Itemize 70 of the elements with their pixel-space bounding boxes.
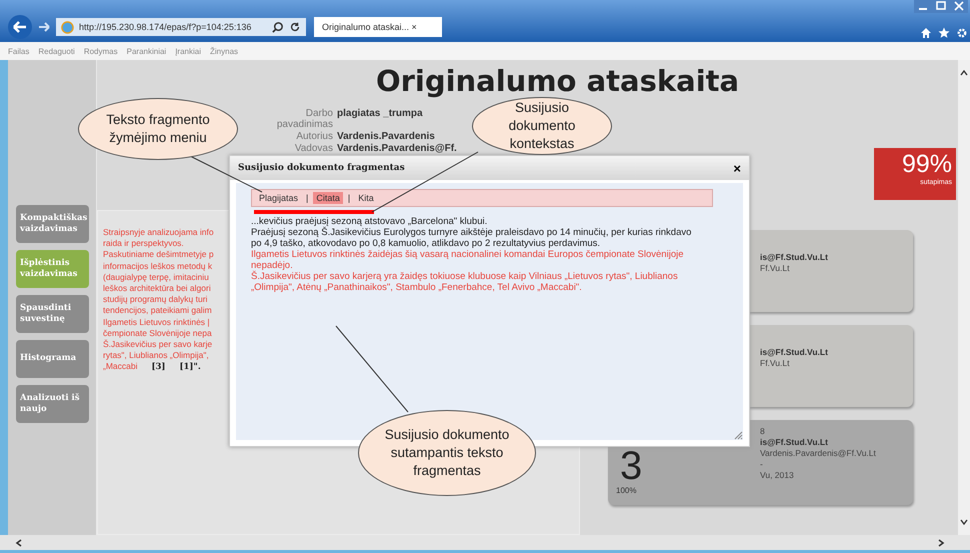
card-text: Ff.Vu.Lt: [760, 263, 790, 274]
close-icon[interactable]: [954, 1, 964, 11]
menu-option[interactable]: Plagijatas: [256, 192, 302, 204]
source-text-line: leškos architektūra bei algori: [103, 283, 211, 294]
source-percent: 100%: [616, 486, 638, 495]
source-text-line: (daugialypę terpę, imitaciniu: [103, 272, 209, 282]
card-text: Vu, 2013: [760, 470, 795, 481]
sidebar-button[interactable]: Spausdinti suvestinę: [16, 295, 89, 333]
sidebar-button[interactable]: Kompaktiškas vaizdavimas: [16, 205, 89, 243]
back-button[interactable]: [8, 15, 32, 39]
source-text-line: čempionate Slovėnijoje nepa: [103, 328, 212, 338]
menu-item[interactable]: Rodymas: [84, 46, 118, 56]
source-text-line: tendencijos, pateikiami galim: [103, 305, 212, 316]
refresh-icon: [289, 21, 301, 33]
sidebar-button[interactable]: Analizuoti iš naujo: [16, 385, 89, 423]
field-value: Vardenis.Pavardenis: [337, 131, 435, 142]
card-text: Vardenis.Pavardenis@Ff.Vu.Lt: [760, 448, 876, 459]
source-text-line: Š.Jasikevičius per savo karje: [103, 339, 212, 350]
address-bar[interactable]: http://195.230.98.174/epas/f?p=104:25:136: [56, 18, 306, 36]
source-text-line: rytas", Liublianos „Olimpija",: [103, 350, 209, 360]
star-icon[interactable]: [938, 27, 950, 39]
dialog-title: Susijusio dokumento fragmentas: [238, 163, 405, 173]
field-value: plagiatas _trumpa: [337, 108, 423, 121]
source-text-line: Straipsnyje analizuojama info: [103, 227, 214, 237]
menu-item[interactable]: Įrankiai: [175, 46, 201, 56]
maximize-icon[interactable]: [936, 1, 946, 11]
source-text-line: „Maccabi: [103, 361, 138, 372]
resize-grip-icon[interactable]: [733, 430, 743, 440]
scroll-left-icon[interactable]: [14, 538, 24, 548]
card-text: is@Ff.Stud.Vu.Lt: [760, 347, 828, 358]
citation-link[interactable]: [3]: [151, 362, 166, 372]
card-text: 8: [760, 426, 766, 437]
fragment-text: ...kevičius praėjusį sezoną atstovavo „Barcelona" klubui.: [251, 216, 488, 227]
source-text-line: raida ir perspektyvos.: [103, 238, 184, 248]
source-text-line: informacijos leškos metodų k: [103, 260, 212, 271]
field-label: Darbo pavadinimas: [276, 108, 333, 130]
home-icon[interactable]: [920, 27, 932, 39]
settings-icon[interactable]: [956, 27, 968, 39]
source-text-line: Paskutiniame dešimtmetyje p: [103, 249, 214, 260]
menu-item[interactable]: Redaguoti: [38, 46, 75, 56]
menu-item[interactable]: Failas: [8, 46, 30, 56]
scroll-right-icon[interactable]: [936, 538, 946, 548]
menu-item[interactable]: Žinynas: [210, 46, 238, 56]
field-label: Vadovas: [294, 143, 333, 154]
score-value: 99%: [902, 150, 952, 178]
menu-separator: |: [348, 193, 350, 203]
source-text-line: studijų programų dalykų turi: [103, 294, 208, 304]
card-text: is@Ff.Stud.Vu.Lt: [760, 437, 829, 448]
search-icon: [271, 20, 284, 34]
close-button[interactable]: ×: [733, 160, 741, 176]
menu-separator: |: [306, 193, 308, 203]
menu-item[interactable]: Parankiniai: [126, 46, 166, 56]
card-text: Ff.Vu.Lt: [760, 358, 790, 369]
source-number: 3: [620, 446, 644, 486]
card-text: -: [760, 459, 764, 470]
callout-bubble: Susijusio dokumento kontekstas: [472, 97, 612, 155]
field-value: Vardenis.Pavardenis@Ff.: [337, 143, 457, 154]
sidebar-button[interactable]: Histograma: [16, 340, 89, 378]
citation-link[interactable]: [1]".: [179, 362, 201, 372]
menu-option[interactable]: Citata: [313, 192, 343, 204]
source-text-line: Ilgametis Lietuvos rinktinės |: [103, 316, 210, 327]
field-label: Autorius: [295, 131, 333, 142]
callout-bubble: Teksto fragmento žymėjimo meniu: [78, 98, 238, 160]
browser-tab[interactable]: Originalumo ataskai... ×: [314, 17, 442, 37]
globe-icon: [61, 20, 74, 34]
report-title: Originalumo ataskaita: [376, 64, 740, 98]
scroll-up-icon[interactable]: [959, 68, 969, 78]
menu-option[interactable]: Kita: [355, 192, 377, 204]
scroll-down-icon[interactable]: [959, 517, 969, 527]
card-text: is@Ff.Stud.Vu.Lt: [760, 252, 828, 263]
